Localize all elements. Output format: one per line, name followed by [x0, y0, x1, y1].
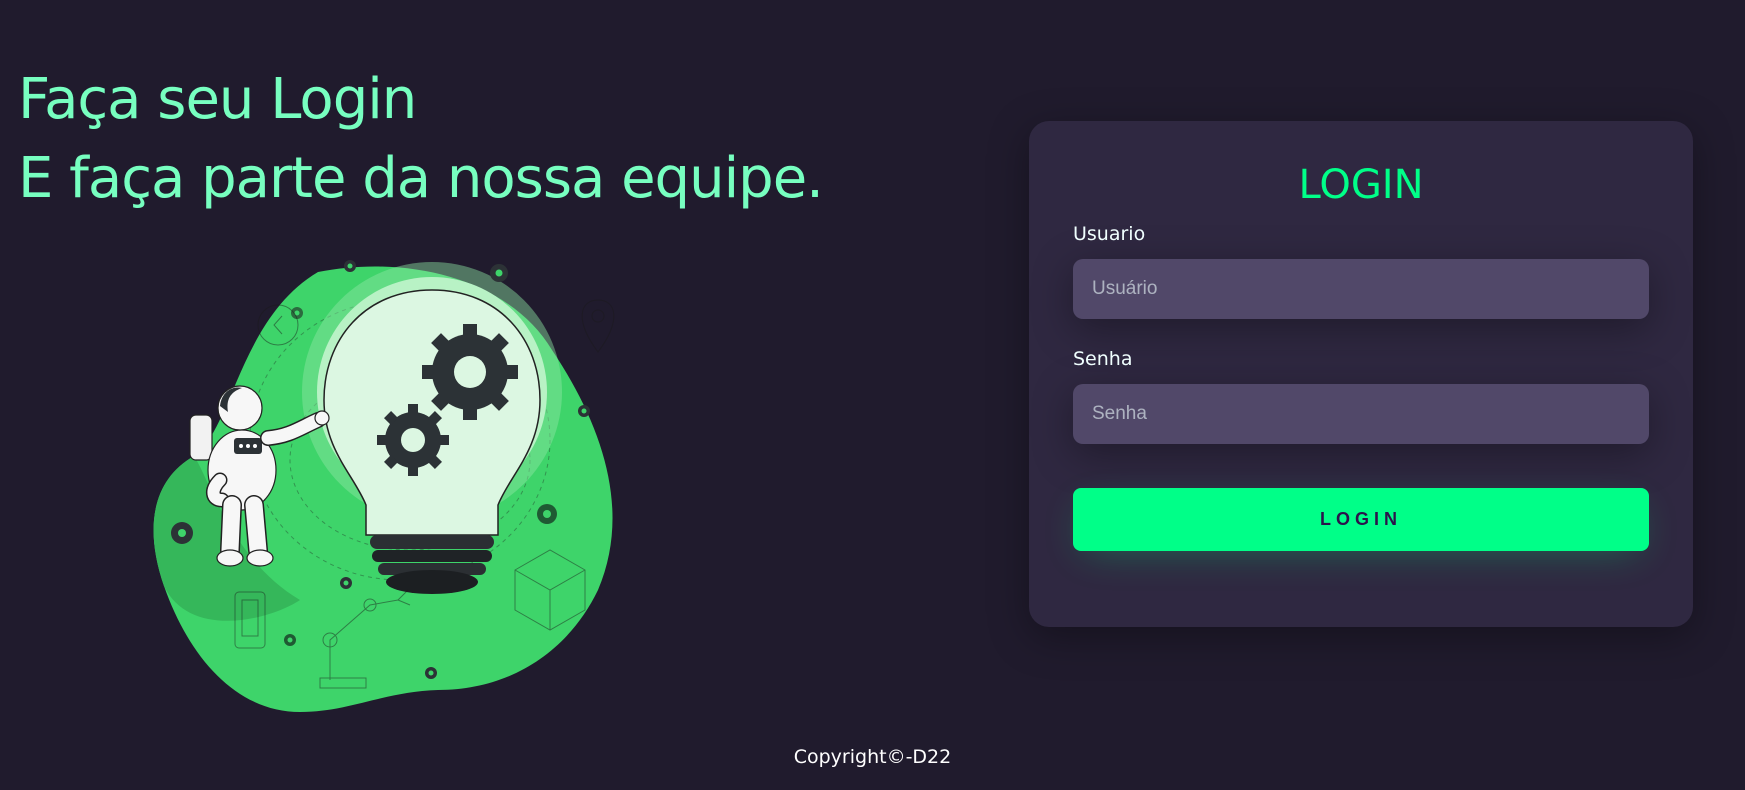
hero-title-line-2: E faça parte da nossa equipe.	[18, 146, 824, 211]
password-input[interactable]	[1073, 384, 1649, 444]
lightbulb-base	[370, 535, 494, 594]
password-label: Senha	[1073, 348, 1133, 370]
login-button[interactable]: LOGIN	[1073, 488, 1649, 551]
username-input[interactable]	[1073, 259, 1649, 319]
login-card: LOGIN Usuario Senha LOGIN	[1029, 121, 1693, 627]
hero-title-line-1: Faça seu Login	[18, 67, 417, 132]
lightbulb-gears-illustration	[153, 260, 615, 712]
small-gear-icon	[377, 404, 449, 476]
large-gear-icon	[422, 324, 518, 420]
username-label: Usuario	[1073, 223, 1146, 245]
copyright-footer: Copyright©-D22	[793, 746, 952, 768]
hero-title: Faça seu Login E faça parte da nossa equ…	[18, 60, 824, 218]
login-heading: LOGIN	[1298, 162, 1424, 208]
